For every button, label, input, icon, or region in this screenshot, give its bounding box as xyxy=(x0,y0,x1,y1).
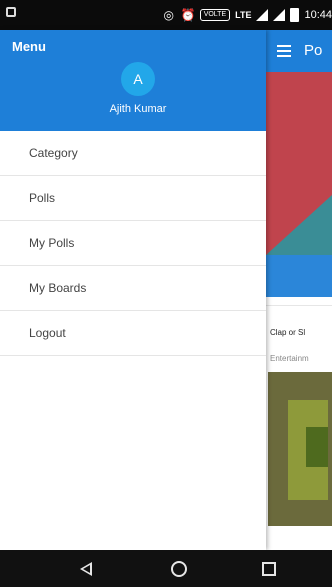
app-toolbar: Po xyxy=(266,30,332,72)
alarm-icon: ⏰ xyxy=(180,8,196,22)
poll-card-image xyxy=(268,372,332,526)
tab-strip xyxy=(266,255,332,297)
menu-item-polls[interactable]: Polls xyxy=(0,176,266,221)
avatar[interactable]: A xyxy=(121,62,155,96)
app-title: Po xyxy=(304,42,323,59)
screenshot-notification-icon xyxy=(6,7,16,17)
signal-icon-1 xyxy=(256,9,269,21)
menu-item-category[interactable]: Category xyxy=(0,131,266,176)
status-bar: ◎ ⏰ VOLTE LTE 10:44 xyxy=(0,0,332,30)
volte-badge: VOLTE xyxy=(199,9,231,21)
drawer-title: Menu xyxy=(12,39,46,54)
hotspot-icon: ◎ xyxy=(163,8,174,22)
poll-card-title: Clap or Sl xyxy=(270,328,306,337)
system-navigation-bar xyxy=(0,550,332,587)
menu-item-my-polls[interactable]: My Polls xyxy=(0,221,266,266)
hero-banner-image xyxy=(266,72,332,255)
drawer-menu: Category Polls My Polls My Boards Logout xyxy=(0,131,266,356)
clock: 10:44 xyxy=(304,9,332,21)
battery-icon xyxy=(290,8,300,22)
hamburger-menu-icon[interactable] xyxy=(277,45,291,57)
lte-indicator: LTE xyxy=(235,10,252,20)
home-icon[interactable] xyxy=(171,561,187,577)
drawer-header: Menu A Ajith Kumar xyxy=(0,30,266,131)
back-icon[interactable] xyxy=(80,562,92,576)
menu-item-logout[interactable]: Logout xyxy=(0,311,266,356)
menu-item-my-boards[interactable]: My Boards xyxy=(0,266,266,311)
signal-icon-2 xyxy=(273,9,286,21)
poll-card-category: Entertainm xyxy=(270,354,309,363)
navigation-drawer: Menu A Ajith Kumar Category Polls My Pol… xyxy=(0,30,266,550)
recent-apps-icon[interactable] xyxy=(262,562,276,576)
poll-card[interactable]: Clap or Sl Entertainm xyxy=(266,305,332,541)
user-name: Ajith Kumar xyxy=(109,103,167,115)
